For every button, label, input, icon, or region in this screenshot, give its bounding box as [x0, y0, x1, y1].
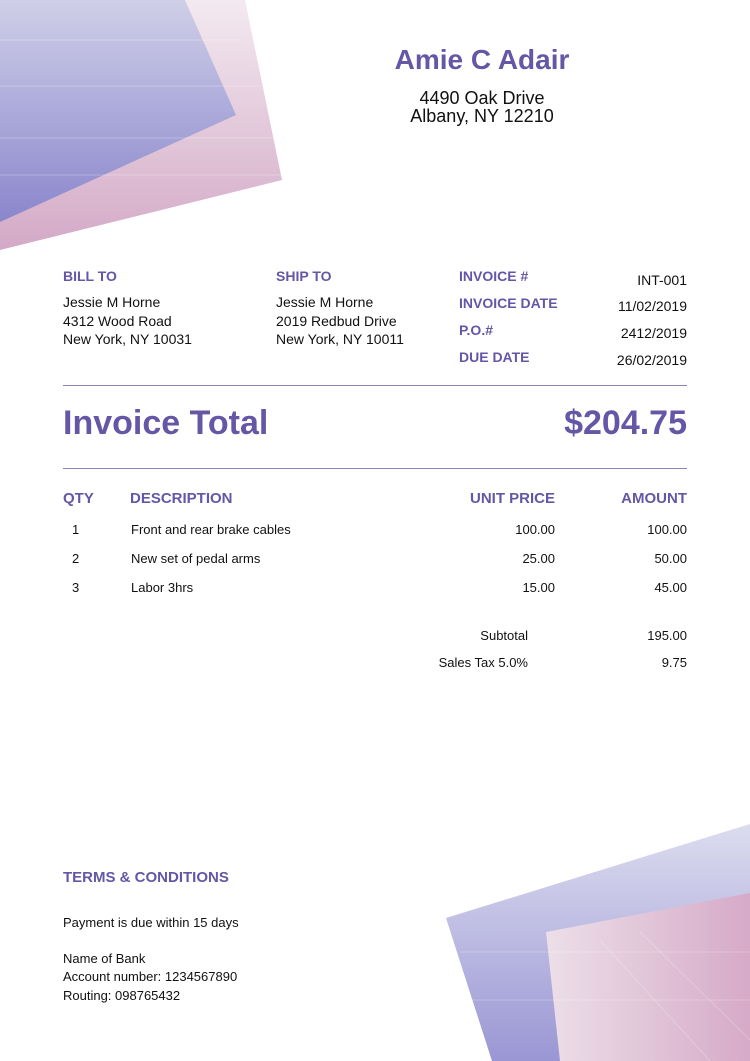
column-header-amount: AMOUNT	[621, 490, 687, 507]
payment-note: Payment is due within 15 days	[63, 915, 239, 930]
invoice-total-label: Invoice Total	[63, 404, 269, 442]
terms-title: TERMS & CONDITIONS	[63, 869, 229, 886]
row-description: Front and rear brake cables	[131, 522, 291, 537]
row-unit-price: 100.00	[515, 522, 555, 537]
row-description: New set of pedal arms	[131, 551, 261, 566]
divider-bottom	[63, 468, 687, 469]
po-value: 2412/2019	[620, 325, 687, 341]
row-qty: 2	[72, 551, 80, 566]
column-header-description: DESCRIPTION	[130, 490, 233, 507]
row-unit-price: 15.00	[522, 580, 555, 595]
ship-to-address-line1: 2019 Redbud Drive	[276, 313, 397, 329]
bill-to-name: Jessie M Horne	[63, 294, 161, 310]
invoice-date-label: INVOICE DATE	[459, 295, 558, 311]
row-description: Labor 3hrs	[131, 580, 194, 595]
top-left-decoration	[0, 0, 282, 250]
ship-to-label: SHIP TO	[276, 268, 332, 284]
po-label: P.O.#	[459, 322, 493, 338]
divider-top	[63, 385, 687, 386]
row-amount: 45.00	[654, 580, 687, 595]
due-date-value: 26/02/2019	[616, 352, 687, 368]
ship-to-address-line2: New York, NY 10011	[276, 331, 404, 347]
bottom-right-decoration	[446, 824, 750, 1061]
bill-to-address-line1: 4312 Wood Road	[63, 313, 172, 329]
row-unit-price: 25.00	[522, 551, 555, 566]
subtotal-value: 195.00	[647, 628, 687, 643]
row-amount: 100.00	[647, 522, 687, 537]
bank-name: Name of Bank	[63, 951, 146, 966]
invoice-number-label: INVOICE #	[459, 268, 529, 284]
column-header-unit-price: UNIT PRICE	[469, 490, 555, 507]
sales-tax-value: 9.75	[661, 655, 687, 670]
invoice-number-value: INT-001	[637, 272, 687, 288]
invoice-date-value: 11/02/2019	[617, 298, 687, 314]
sender-address-line2: Albany, NY 12210	[410, 106, 554, 126]
column-header-qty: QTY	[63, 490, 94, 507]
sales-tax-label: Sales Tax 5.0%	[438, 655, 528, 670]
row-qty: 3	[72, 580, 80, 595]
due-date-label: DUE DATE	[459, 349, 530, 365]
sender-name: Amie C Adair	[394, 44, 570, 75]
bill-to-address-line2: New York, NY 10031	[63, 331, 192, 347]
routing-number: Routing: 098765432	[63, 988, 181, 1003]
account-number: Account number: 1234567890	[63, 969, 238, 984]
ship-to-name: Jessie M Horne	[276, 294, 374, 310]
invoice-total-value: $204.75	[564, 404, 687, 442]
bill-to-label: BILL TO	[63, 268, 117, 284]
row-amount: 50.00	[654, 551, 687, 566]
subtotal-label: Subtotal	[480, 628, 528, 643]
row-qty: 1	[72, 522, 80, 537]
